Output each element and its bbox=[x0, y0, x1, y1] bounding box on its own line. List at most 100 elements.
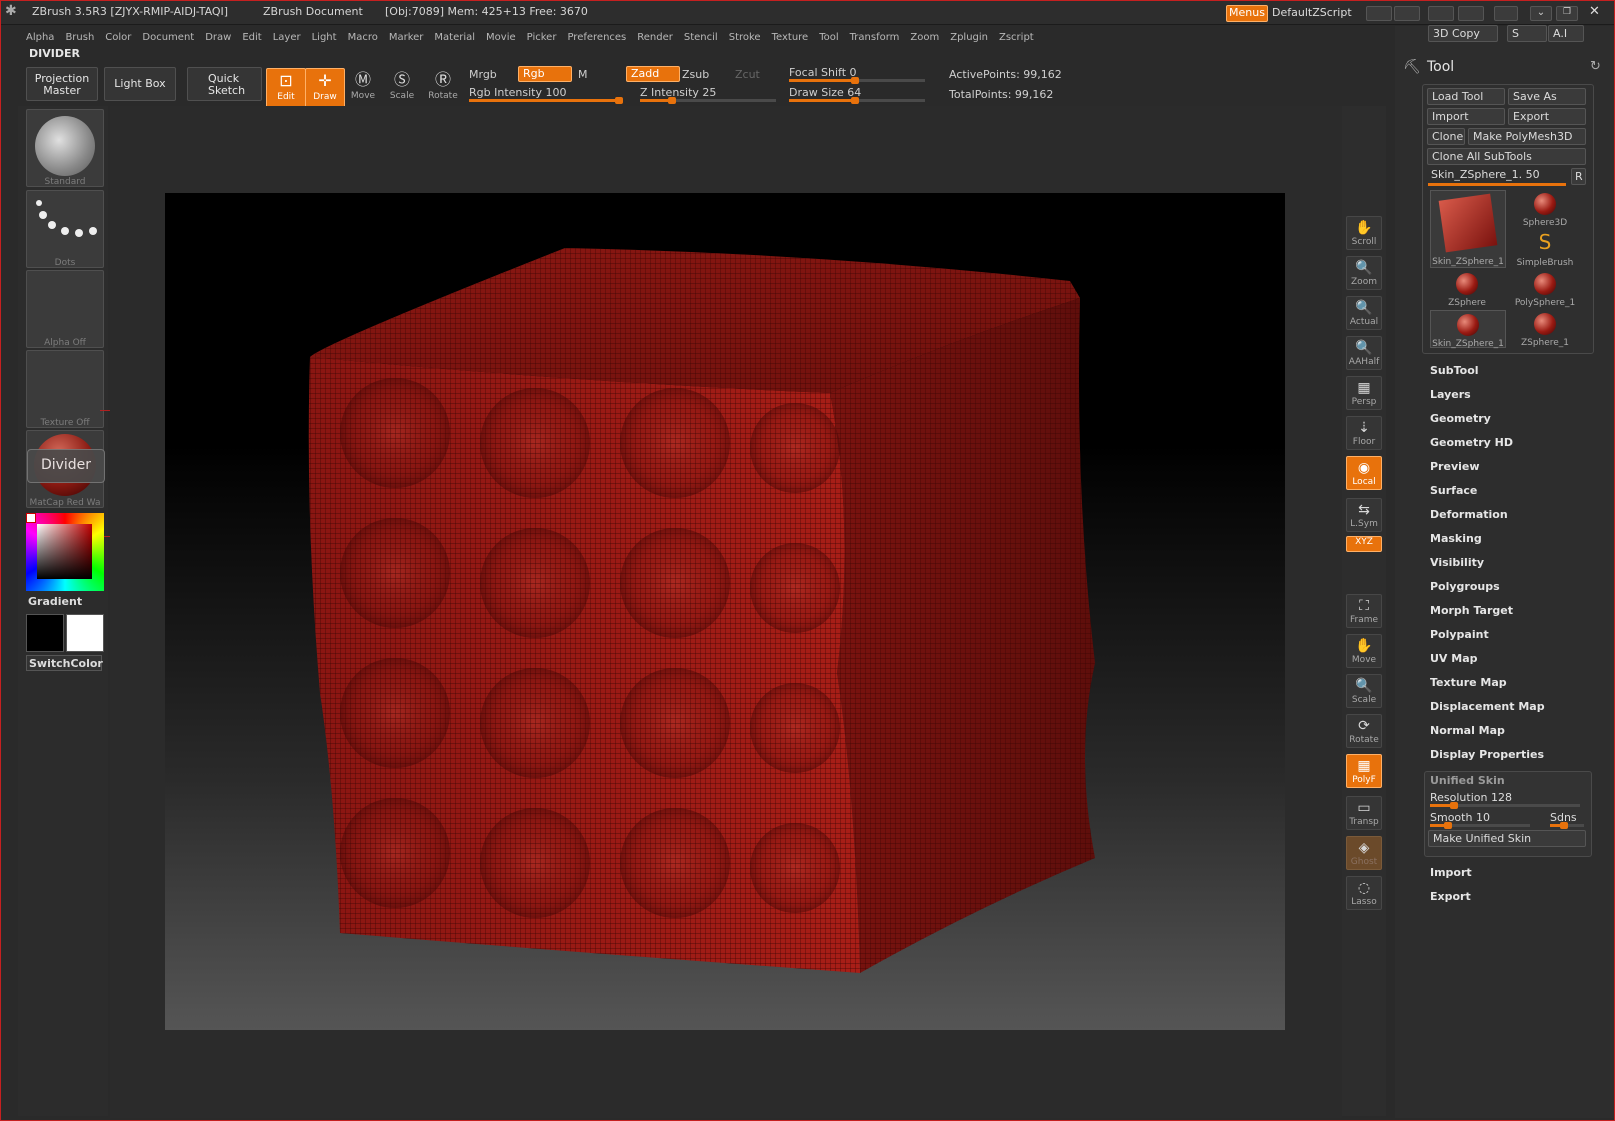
view-scroll-button[interactable]: ✋ Scroll bbox=[1346, 216, 1382, 250]
resolution-slider[interactable] bbox=[1430, 802, 1580, 809]
menu-brush[interactable]: Brush bbox=[65, 32, 94, 43]
3d-copy-button[interactable]: 3D Copy bbox=[1428, 25, 1498, 42]
expand-icon[interactable] bbox=[1394, 6, 1420, 21]
texture-selector[interactable]: Texture Off bbox=[26, 350, 104, 428]
restore-icon[interactable]: ❐ bbox=[1556, 6, 1578, 21]
tool-thumb-simplebrush[interactable]: S SimpleBrush bbox=[1508, 230, 1582, 268]
view-scale-button[interactable]: 🔍 Scale bbox=[1346, 674, 1382, 708]
rgb-button[interactable]: Rgb bbox=[518, 66, 572, 82]
move-mode-button[interactable]: Ⓜ Move bbox=[344, 68, 382, 106]
scale-mode-button[interactable]: Ⓢ Scale bbox=[383, 68, 421, 106]
brush-selector[interactable]: Standard bbox=[26, 109, 104, 187]
section-uv-map[interactable]: UV Map bbox=[1430, 652, 1478, 665]
current-tool-slider[interactable]: Skin_ZSphere_1. 50 bbox=[1427, 167, 1568, 184]
menu-texture[interactable]: Texture bbox=[772, 32, 809, 43]
tool-thumb-zsphere[interactable]: ZSphere bbox=[1430, 270, 1504, 308]
rotate-mode-button[interactable]: Ⓡ Rotate bbox=[424, 68, 462, 106]
section-displacement-map[interactable]: Displacement Map bbox=[1430, 700, 1545, 713]
default-zscript-button[interactable]: DefaultZScript bbox=[1272, 6, 1352, 19]
edit-mode-button[interactable]: ⊡ Edit bbox=[266, 68, 306, 108]
layout2-icon[interactable] bbox=[1458, 6, 1484, 21]
z-intensity-slider[interactable] bbox=[640, 97, 776, 104]
menu-transform[interactable]: Transform bbox=[850, 32, 900, 43]
import-tool-button[interactable]: Import bbox=[1427, 108, 1505, 125]
view-local-button[interactable]: ◉ Local bbox=[1346, 456, 1382, 490]
gradient-label[interactable]: Gradient bbox=[28, 595, 82, 608]
section-subtool[interactable]: SubTool bbox=[1430, 364, 1479, 377]
menu-document[interactable]: Document bbox=[142, 32, 194, 43]
save-as-button[interactable]: Save As bbox=[1508, 88, 1586, 105]
layout-icon[interactable] bbox=[1428, 6, 1454, 21]
canvas-viewport[interactable] bbox=[165, 193, 1285, 1030]
view-xyz-button[interactable]: XYZ bbox=[1346, 536, 1382, 552]
shrink-icon[interactable] bbox=[1366, 6, 1392, 21]
view-polyf-button[interactable]: ▦ PolyF bbox=[1346, 754, 1382, 788]
tool-thumb-polysphere_1[interactable]: PolySphere_1 bbox=[1508, 270, 1582, 308]
menus-button[interactable]: Menus bbox=[1226, 5, 1268, 22]
section-deformation[interactable]: Deformation bbox=[1430, 508, 1508, 521]
menu-zoom[interactable]: Zoom bbox=[910, 32, 939, 43]
make-unified-skin-button[interactable]: Make Unified Skin bbox=[1428, 830, 1586, 847]
section-normal-map[interactable]: Normal Map bbox=[1430, 724, 1505, 737]
section-display-properties[interactable]: Display Properties bbox=[1430, 748, 1544, 761]
section-visibility[interactable]: Visibility bbox=[1430, 556, 1484, 569]
light-box-button[interactable]: Light Box bbox=[104, 67, 176, 101]
menu-draw[interactable]: Draw bbox=[205, 32, 231, 43]
section-polypaint[interactable]: Polypaint bbox=[1430, 628, 1489, 641]
view-frame-button[interactable]: ⛶ Frame bbox=[1346, 594, 1382, 628]
tool-thumb-skin_zsphere_1[interactable]: Skin_ZSphere_1 bbox=[1430, 310, 1506, 349]
view-lasso-button[interactable]: ◌ Lasso bbox=[1346, 876, 1382, 910]
s-button[interactable]: S bbox=[1507, 25, 1547, 42]
menu-stroke[interactable]: Stroke bbox=[729, 32, 761, 43]
export-tool-button[interactable]: Export bbox=[1508, 108, 1586, 125]
menu-stencil[interactable]: Stencil bbox=[684, 32, 718, 43]
section-masking[interactable]: Masking bbox=[1430, 532, 1482, 545]
menu-picker[interactable]: Picker bbox=[527, 32, 557, 43]
menu-edit[interactable]: Edit bbox=[242, 32, 261, 43]
view-persp-button[interactable]: ▦ Persp bbox=[1346, 376, 1382, 410]
tool-palette-title[interactable]: Tool bbox=[1427, 59, 1454, 75]
refresh-icon[interactable]: ↻ bbox=[1590, 59, 1601, 74]
menu-zplugin[interactable]: Zplugin bbox=[950, 32, 988, 43]
section-geometry[interactable]: Geometry bbox=[1430, 412, 1491, 425]
view-move-button[interactable]: ✋ Move bbox=[1346, 634, 1382, 668]
main-color-swatch[interactable] bbox=[26, 614, 64, 652]
sdns-slider[interactable] bbox=[1550, 822, 1584, 829]
section-geometry-hd[interactable]: Geometry HD bbox=[1430, 436, 1513, 449]
menu-preferences[interactable]: Preferences bbox=[567, 32, 626, 43]
draw-mode-button[interactable]: ✛ Draw bbox=[305, 68, 345, 108]
focal-shift-slider[interactable] bbox=[789, 77, 925, 84]
section-bottom-import[interactable]: Import bbox=[1430, 866, 1472, 879]
section-surface[interactable]: Surface bbox=[1430, 484, 1477, 497]
zadd-button[interactable]: Zadd bbox=[626, 66, 680, 82]
switch-color-button[interactable]: SwitchColor bbox=[26, 655, 103, 671]
mrgb-button[interactable]: Mrgb bbox=[469, 68, 497, 81]
menu-color[interactable]: Color bbox=[105, 32, 131, 43]
clone-all-subtools-button[interactable]: Clone All SubTools bbox=[1427, 148, 1586, 165]
clone-button[interactable]: Clone bbox=[1427, 128, 1465, 145]
view-aahalf-button[interactable]: 🔍 AAHalf bbox=[1346, 336, 1382, 370]
menu-light[interactable]: Light bbox=[312, 32, 337, 43]
section-preview[interactable]: Preview bbox=[1430, 460, 1480, 473]
view-transp-button[interactable]: ▭ Transp bbox=[1346, 796, 1382, 830]
make-polymesh-button[interactable]: Make PolyMesh3D bbox=[1468, 128, 1586, 145]
minimize-icon[interactable]: ⌄ bbox=[1530, 6, 1552, 21]
zsub-button[interactable]: Zsub bbox=[682, 68, 709, 81]
menu-material[interactable]: Material bbox=[434, 32, 475, 43]
view-lsym-button[interactable]: ⇆ L.Sym bbox=[1346, 498, 1382, 532]
menu-macro[interactable]: Macro bbox=[348, 32, 378, 43]
menu-marker[interactable]: Marker bbox=[389, 32, 424, 43]
view-rotate-button[interactable]: ⟳ Rotate bbox=[1346, 714, 1382, 748]
section-layers[interactable]: Layers bbox=[1430, 388, 1471, 401]
section-bottom-export[interactable]: Export bbox=[1430, 890, 1471, 903]
view-zoom-button[interactable]: 🔍 Zoom bbox=[1346, 256, 1382, 290]
tool-thumb-sphere3d[interactable]: Sphere3D bbox=[1508, 190, 1582, 228]
tool-thumb-zsphere_1[interactable]: ZSphere_1 bbox=[1508, 310, 1582, 348]
ai-button[interactable]: A.I bbox=[1548, 25, 1584, 42]
view-actual-button[interactable]: 🔍 Actual bbox=[1346, 296, 1382, 330]
color-picker[interactable] bbox=[26, 513, 104, 591]
menu-zscript[interactable]: Zscript bbox=[999, 32, 1034, 43]
r-button[interactable]: R bbox=[1571, 168, 1586, 185]
menu-tool[interactable]: Tool bbox=[819, 32, 838, 43]
close-icon[interactable]: ✕ bbox=[1589, 4, 1600, 19]
